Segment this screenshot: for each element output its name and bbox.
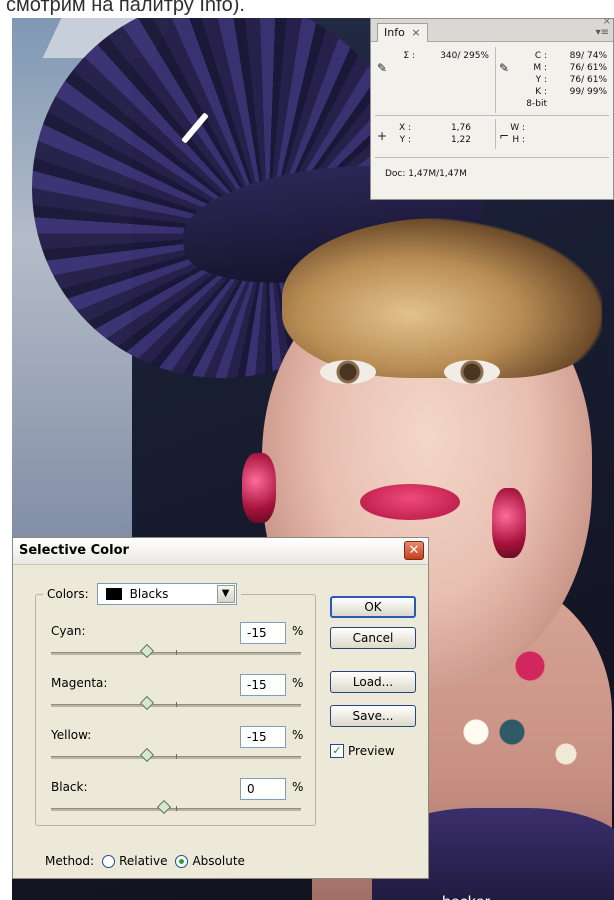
method-label: Method: [45, 854, 95, 868]
colors-select-value: Blacks [129, 587, 169, 601]
sum-label: Σ : [403, 51, 415, 61]
h-label: H : [512, 135, 525, 145]
bit-depth: 8-bit [526, 99, 547, 109]
black-percent: % [292, 780, 304, 794]
y-value: 1,22 [450, 135, 471, 145]
panel-close-icon[interactable]: × [603, 16, 611, 27]
x-label: X : [398, 123, 411, 133]
tab-close-icon[interactable]: × [411, 26, 420, 39]
tab-info[interactable]: Info × [377, 23, 428, 42]
panel-menu-icon[interactable]: ▾≡ [596, 27, 609, 38]
cyan-input[interactable]: -15 [240, 622, 286, 644]
cmyk-c-label: C : [534, 51, 547, 61]
info-tabbar: Info × × ▾≡ [371, 16, 613, 42]
y-label: Y : [399, 135, 411, 145]
yellow-label: Yellow: [51, 728, 92, 742]
black-label: Black: [51, 780, 88, 794]
colors-label: Colors: [47, 587, 89, 601]
ok-button[interactable]: OK [330, 596, 416, 618]
radio-absolute-label[interactable]: Absolute [192, 854, 244, 868]
yellow-input[interactable]: -15 [240, 726, 286, 748]
photo-credit: hecker [442, 894, 490, 900]
cmyk-y-value: 76/ 61% [569, 75, 607, 85]
colors-select[interactable]: Blacks ▼ [96, 583, 237, 605]
preview-checkbox[interactable]: ✓ Preview [330, 744, 395, 758]
radio-relative-label[interactable]: Relative [119, 854, 167, 868]
left-eye [320, 360, 376, 384]
magenta-percent: % [292, 676, 304, 690]
method-row: Method: Relative Absolute [45, 854, 245, 868]
cmyk-eyedropper-icon: ✎ [499, 61, 510, 75]
colors-row: Colors: Blacks ▼ [43, 582, 241, 606]
cmyk-y-label: Y : [535, 75, 547, 85]
close-icon: ✕ [408, 543, 420, 558]
w-label: W : [510, 123, 525, 133]
close-button[interactable]: ✕ [404, 541, 424, 560]
preview-label: Preview [348, 744, 395, 758]
dialog-title: Selective Color [19, 543, 129, 558]
chevron-down-icon[interactable]: ▼ [216, 585, 235, 603]
selective-color-dialog: Selective Color ✕ Colors: Blacks ▼ Cyan:… [12, 537, 429, 879]
cancel-button[interactable]: Cancel [330, 627, 416, 649]
cmyk-m-label: M : [533, 63, 547, 73]
lips [360, 484, 460, 520]
cyan-percent: % [292, 624, 304, 638]
earring-left [242, 453, 276, 523]
cmyk-m-value: 76/ 61% [569, 63, 607, 73]
black-input[interactable]: 0 [240, 778, 286, 800]
save-button[interactable]: Save... [330, 705, 416, 727]
cmyk-k-value: 99/ 99% [569, 87, 607, 97]
magenta-label: Magenta: [51, 676, 108, 690]
dialog-titlebar[interactable]: Selective Color ✕ [13, 538, 428, 565]
cyan-label: Cyan: [51, 624, 86, 638]
right-eye [444, 360, 500, 384]
hair-shape [282, 218, 602, 378]
load-button[interactable]: Load... [330, 671, 416, 693]
cmyk-c-value: 89/ 74% [569, 51, 607, 61]
eyedropper-icon: ✎ [377, 61, 388, 75]
caption-text: смотрим на палитру Info). [6, 0, 245, 16]
doc-size: Doc: 1,47M/1,47M [385, 169, 467, 179]
info-panel: Info × × ▾≡ ✎ Σ : 340/ 295% ✎ C : 89/ 74… [370, 16, 614, 200]
crosshair-icon: + [377, 129, 388, 143]
x-value: 1,76 [450, 123, 471, 133]
necklace [422, 578, 602, 798]
sum-value: 340/ 295% [440, 51, 489, 61]
cmyk-k-label: K : [535, 87, 547, 97]
tab-info-label: Info [384, 26, 405, 39]
yellow-percent: % [292, 728, 304, 742]
magenta-input[interactable]: -15 [240, 674, 286, 696]
radio-absolute[interactable] [175, 854, 189, 868]
radio-relative[interactable] [102, 854, 116, 868]
black-swatch-icon [105, 588, 122, 600]
earring-right [492, 488, 526, 558]
checkmark-icon[interactable]: ✓ [330, 744, 344, 758]
